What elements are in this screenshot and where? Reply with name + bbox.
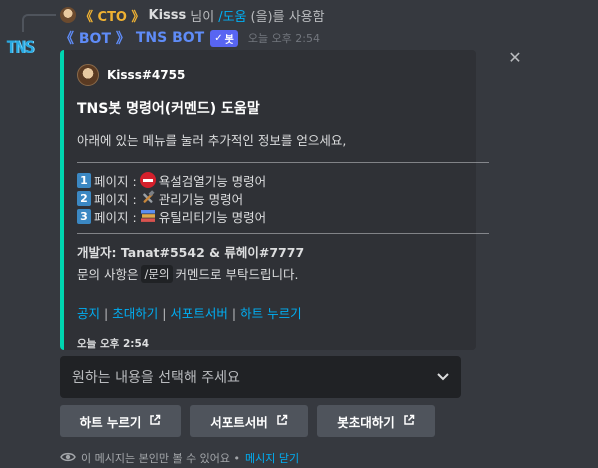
keycap-2-icon: 2 (77, 190, 91, 206)
button-label: 하트 누르기 (79, 414, 142, 430)
reply-text-1: 님이 (190, 9, 215, 25)
ephemeral-text: 이 메시지는 본인만 볼 수 있어요 • (81, 452, 241, 465)
no-entry-icon (139, 172, 156, 188)
help-embed: Kisss#4755 TNS봇 명령어(커멘드) 도움말 아래에 있는 메뉴를 … (60, 50, 489, 350)
link-separator: | (104, 306, 109, 321)
author-name: Kisss#4755 (107, 68, 186, 82)
embed-title: TNS봇 명령어(커멘드) 도움말 (77, 101, 260, 117)
select-placeholder: 원하는 내용을 선택해 주세요 (72, 370, 240, 386)
hammer-wrench-icon (140, 190, 156, 206)
help-select-menu[interactable]: 원하는 내용을 선택해 주세요 (60, 356, 461, 398)
link-support-server[interactable]: 서포트서버 (170, 306, 228, 321)
link-notice[interactable]: 공지 (77, 306, 100, 321)
keycap-3-icon: 3 (77, 208, 91, 224)
button-label: 서포트서버 (210, 414, 268, 430)
link-separator: | (231, 306, 237, 321)
author-avatar (77, 64, 99, 86)
external-link-icon (403, 414, 415, 429)
bot-tag: ✓ 봇 (210, 29, 238, 47)
chevron-down-icon (437, 370, 449, 384)
close-icon[interactable]: ✕ (508, 50, 522, 66)
used-command[interactable]: /도움 (218, 6, 246, 25)
ephemeral-notice: 이 메시지는 본인만 볼 수 있어요 • 메시지 닫기 (60, 450, 299, 466)
message-timestamp: 오늘 오후 2:54 (247, 32, 321, 45)
external-link-icon (149, 414, 161, 429)
bot-tag-label: 봇 (224, 34, 234, 46)
books-icon (140, 208, 156, 224)
embed-author: Kisss#4755 (77, 64, 462, 86)
bot-name[interactable]: TNS BOT (136, 30, 204, 46)
message-header: 《 BOT 》 TNS BOT ✓ 봇 오늘 오후 2:54 (60, 28, 320, 48)
external-link-icon (276, 414, 288, 429)
embed-divider (77, 162, 489, 163)
bot-role[interactable]: 《 BOT 》 (60, 28, 130, 48)
bot-avatar[interactable]: TNS (6, 38, 42, 62)
embed-footer-timestamp: 오늘 오후 2:54 (77, 338, 150, 350)
page-line-2: 2 페이지 : 관리기능 명령어 (77, 189, 462, 207)
page-label: 유틸리티기능 명령어 (158, 209, 267, 225)
embed-divider-2 (77, 233, 489, 234)
replied-user-avatar[interactable] (60, 7, 76, 23)
reply-reference[interactable]: 《 CTO 》 Kisss 님이 /도움 (을)를 사용함 (28, 6, 325, 25)
page-label: 관리기능 명령어 (158, 191, 244, 207)
embed-description: 아래에 있는 메뉴를 눌러 추가적인 정보를 얻으세요, (77, 133, 347, 148)
page-prefix: 페이지 : (94, 191, 137, 207)
developers-line: 개발자: Tanat#5542 & 류헤이#7777 (77, 245, 305, 260)
button-label: 봇초대하기 (337, 414, 395, 430)
replied-user-role[interactable]: 《 CTO 》 (80, 6, 145, 25)
inquiry-text-after: 커멘드로 부탁드립니다. (175, 267, 299, 282)
inquiry-line: 문의 사항은 /문의 커멘드로 부탁드립니다. (77, 264, 462, 283)
invite-bot-link-button[interactable]: 봇초대하기 (317, 405, 435, 437)
dismiss-message-link[interactable]: 메시지 닫기 (245, 450, 299, 466)
keycap-1-icon: 1 (77, 172, 91, 188)
link-separator: | (162, 306, 167, 321)
heart-link-button[interactable]: 하트 누르기 (60, 405, 181, 437)
eye-icon (60, 451, 76, 466)
embed-links: 공지 | 초대하기 | 서포트서버 | 하트 누르기 (77, 303, 462, 322)
page-prefix: 페이지 : (94, 173, 137, 189)
page-line-3: 3 페이지 : 유틸리티기능 명령어 (77, 207, 462, 225)
page-label: 욕설검열기능 명령어 (158, 173, 267, 189)
inquiry-command: /문의 (141, 264, 173, 283)
reply-text-2: (을)를 사용함 (250, 9, 325, 25)
replied-username[interactable]: Kisss (149, 8, 187, 23)
verified-check-icon: ✓ (214, 32, 223, 44)
support-server-link-button[interactable]: 서포트서버 (190, 405, 308, 437)
page-prefix: 페이지 : (94, 209, 137, 225)
page-line-1: 1 페이지 : 욕설검열기능 명령어 (77, 171, 462, 189)
link-heart[interactable]: 하트 누르기 (240, 306, 301, 321)
inquiry-text-before: 문의 사항은 (77, 267, 139, 282)
link-invite[interactable]: 초대하기 (112, 306, 158, 321)
